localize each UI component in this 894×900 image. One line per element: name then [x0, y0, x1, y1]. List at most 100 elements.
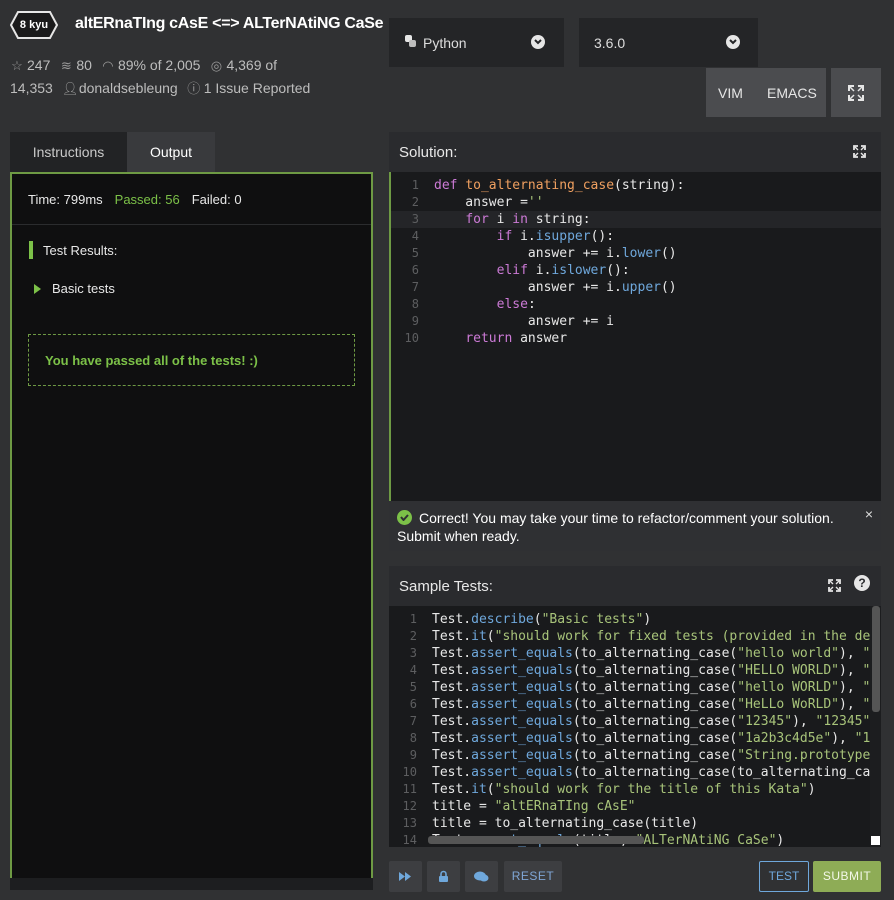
solution-header: Solution: — [389, 132, 881, 172]
line-number: 7 — [411, 280, 419, 294]
version-select[interactable]: 3.6.0 — [579, 18, 758, 67]
sample-test-line[interactable]: 8 Test.assert_equals(to_alternating_case(… — [389, 730, 881, 747]
sample-test-line[interactable]: 1 Test.describe("Basic tests") — [389, 611, 881, 628]
solution-code-line[interactable]: 5 answer += i.lower() — [391, 245, 881, 262]
solution-code-line[interactable]: 6 elif i.islower(): — [391, 262, 881, 279]
sample-test-line[interactable]: 12 title = "altERnaTIng cAsE" — [389, 798, 881, 815]
passed-stat: Passed: 56 — [114, 192, 180, 207]
unlock-solutions-button[interactable] — [427, 861, 460, 892]
comments-icon — [474, 871, 489, 882]
submit-button[interactable]: SUBMIT — [813, 861, 881, 892]
output-panel — [10, 172, 373, 878]
sample-test-line[interactable]: 13 title = to_alternating_case(title) — [389, 815, 881, 832]
language-label: Python — [423, 35, 467, 51]
rank-label: 8 kyu — [19, 19, 49, 31]
target-icon: ◎ — [210, 58, 223, 73]
language-select[interactable]: Python — [389, 18, 564, 67]
line-number: 8 — [411, 297, 419, 311]
code-text: Test.assert_equals(to_alternating_case("… — [432, 731, 881, 746]
horizontal-scrollbar-thumb[interactable] — [428, 836, 644, 844]
sample-test-line[interactable]: 9 Test.assert_equals(to_alternating_case(… — [389, 747, 881, 764]
code-text: Test.describe("Basic tests") — [432, 612, 652, 627]
line-number: 2 — [409, 629, 417, 643]
sample-test-line[interactable]: 2 Test.it("should work for fixed tests (p… — [389, 628, 881, 645]
solution-code-line[interactable]: 8 else: — [391, 296, 881, 313]
results-title: Test Results: — [43, 243, 118, 258]
line-number: 2 — [411, 195, 419, 209]
success-notice: Correct! You may take your time to refac… — [389, 501, 881, 551]
solution-code-line[interactable]: 1 def to_alternating_case(string): — [391, 177, 881, 194]
sample-test-line[interactable]: 7 Test.assert_equals(to_alternating_case(… — [389, 713, 881, 730]
completed-stat: ◎ 4,369 of — [209, 54, 277, 77]
close-icon[interactable]: × — [865, 506, 873, 522]
skip-button[interactable] — [389, 861, 422, 892]
code-text: title = "altERnaTIng cAsE" — [432, 799, 636, 814]
test-button[interactable]: TEST — [759, 861, 809, 892]
line-number: 11 — [402, 782, 417, 796]
sample-test-line[interactable]: 6 Test.assert_equals(to_alternating_case(… — [389, 696, 881, 713]
expand-icon — [848, 85, 864, 101]
solution-code-line[interactable]: 9 answer += i — [391, 313, 881, 330]
satisfaction-stat: ◠ 89% of 2,005 — [101, 54, 200, 77]
time-stat: Time: 799ms — [28, 192, 103, 207]
solution-code-line[interactable]: 3 for i in string: — [391, 211, 881, 228]
code-text: Test.assert_equals(to_alternating_case("… — [432, 697, 878, 712]
solution-code-line[interactable]: 10 return answer — [391, 330, 881, 347]
code-text: Test.assert_equals(to_alternating_case("… — [432, 748, 881, 763]
author-link[interactable]: 👤︎donaldsebleung — [62, 77, 178, 100]
sample-test-line[interactable]: 3 Test.assert_equals(to_alternating_case(… — [389, 645, 881, 662]
code-text: if i.isupper(): — [496, 229, 615, 244]
collections-stat[interactable]: ≋ 80 — [59, 54, 92, 77]
line-number: 10 — [404, 331, 419, 345]
sample-tests-title: Sample Tests: — [399, 578, 493, 595]
success-message: You have passed all of the tests! :) — [45, 353, 258, 368]
line-number: 7 — [409, 714, 417, 728]
discuss-button[interactable] — [465, 861, 498, 892]
tab-output[interactable]: Output — [127, 132, 215, 172]
line-number: 4 — [409, 663, 417, 677]
solution-code-line[interactable]: 2 answer ='' — [391, 194, 881, 211]
tab-instructions[interactable]: Instructions — [10, 132, 127, 172]
emacs-button[interactable]: EMACS — [767, 85, 817, 101]
code-text: answer += i.upper() — [434, 280, 677, 295]
sample-tests-editor[interactable]: 1 Test.describe("Basic tests") 2 Test.it("s… — [389, 606, 881, 847]
info-icon: ⓘ — [187, 81, 201, 96]
solution-editor[interactable]: 1 def to_alternating_case(string): 2 answe… — [389, 172, 881, 501]
line-number: 1 — [411, 178, 419, 192]
fullscreen-button[interactable] — [831, 68, 881, 117]
line-number: 5 — [409, 680, 417, 694]
code-text: elif i.islower(): — [496, 263, 630, 278]
code-text: for i in string: — [465, 212, 591, 227]
test-group-basic[interactable]: Basic tests — [52, 281, 115, 296]
divider — [12, 224, 371, 225]
code-text: answer += i.lower() — [434, 246, 677, 261]
sample-test-line[interactable]: 11 Test.it("should work for the title of … — [389, 781, 881, 798]
sample-test-line[interactable]: 4 Test.assert_equals(to_alternating_case(… — [389, 662, 881, 679]
help-icon[interactable]: ? — [854, 575, 870, 591]
solution-code-line[interactable]: 4 if i.isupper(): — [391, 228, 881, 245]
stars-stat[interactable]: ☆ 247 — [10, 54, 50, 77]
sample-test-line[interactable]: 10 Test.assert_equals(to_alternating_case… — [389, 764, 881, 781]
kata-title[interactable]: altERnaTIng cAsE <=> ALTerNAtiNG CaSe — [75, 15, 384, 33]
solution-code-line[interactable]: 7 answer += i.upper() — [391, 279, 881, 296]
python-icon — [404, 34, 417, 51]
test-summary: Time: 799ms Passed: 56 Failed: 0 — [28, 192, 242, 207]
line-number: 6 — [411, 263, 419, 277]
caret-right-icon[interactable] — [34, 284, 41, 294]
notice-message: Correct! You may take your time to refac… — [397, 510, 834, 544]
success-message-box: You have passed all of the tests! :) — [28, 334, 355, 386]
line-number: 4 — [411, 229, 419, 243]
fast-forward-icon — [399, 872, 411, 881]
issues-link[interactable]: ⓘ 1 Issue Reported — [187, 77, 310, 100]
lock-icon — [439, 870, 448, 882]
reset-button[interactable]: RESET — [504, 861, 562, 892]
kata-stats: ☆ 247 ≋ 80 ◠ 89% of 2,005 ◎ 4,369 of 14,353 👤︎do… — [10, 54, 330, 100]
gauge-icon: ◠ — [102, 58, 114, 73]
scrollbar-thumb[interactable] — [872, 606, 880, 712]
expand-icon[interactable] — [853, 145, 866, 158]
code-text: Test.assert_equals(to_alternating_case(t… — [432, 765, 881, 780]
expand-icon[interactable] — [828, 579, 841, 592]
vim-button[interactable]: VIM — [718, 85, 743, 101]
sample-test-line[interactable]: 5 Test.assert_equals(to_alternating_case(… — [389, 679, 881, 696]
user-icon: 👤︎ — [61, 81, 79, 96]
